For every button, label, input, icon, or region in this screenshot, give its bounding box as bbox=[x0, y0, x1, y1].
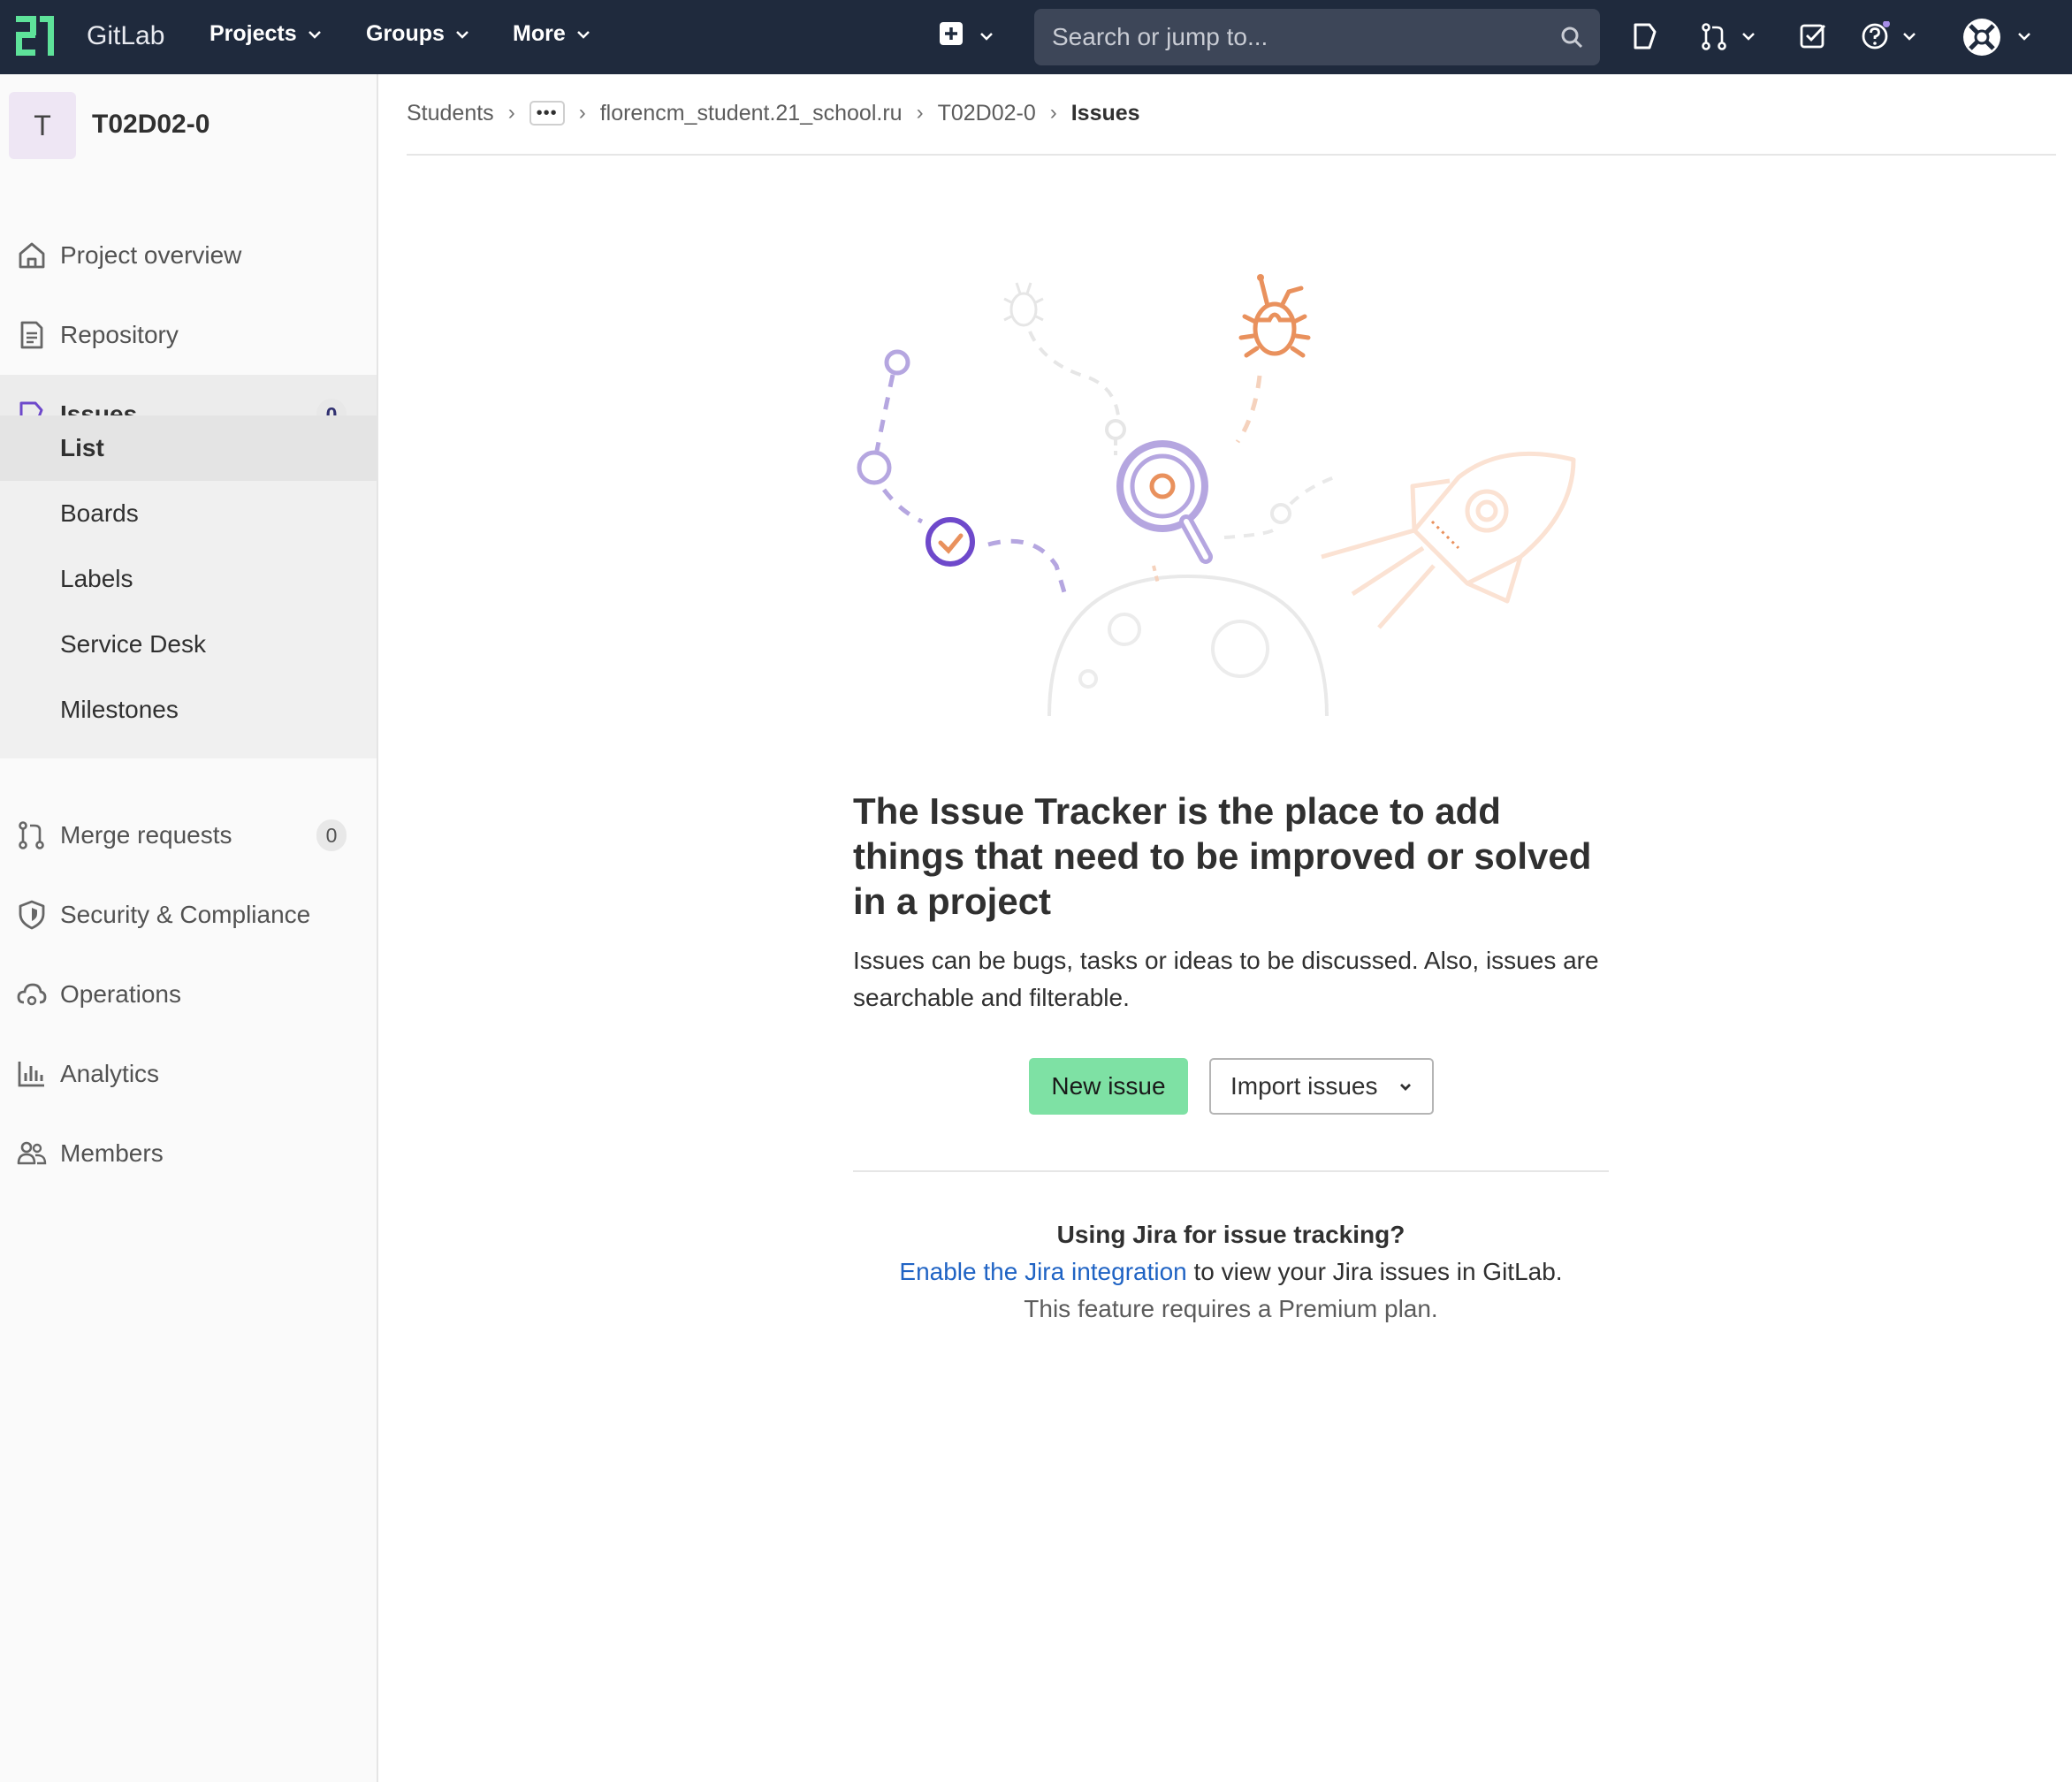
document-icon bbox=[20, 321, 43, 349]
new-issue-button[interactable]: New issue bbox=[1029, 1058, 1188, 1115]
sidebar-item-label: Operations bbox=[60, 980, 181, 1008]
shield-icon bbox=[19, 900, 45, 930]
sidebar-item-operations[interactable]: Operations bbox=[0, 955, 377, 1034]
chevron-down-icon[interactable] bbox=[1741, 32, 1756, 41]
subnav-item-label: Labels bbox=[60, 565, 133, 592]
subnav-item-milestones[interactable]: Milestones bbox=[0, 677, 377, 742]
search-box[interactable] bbox=[1034, 9, 1600, 65]
jira-premium-note: This feature requires a Premium plan. bbox=[1024, 1295, 1438, 1322]
jira-line: Enable the Jira integration to view your… bbox=[853, 1253, 1609, 1291]
issues-subnav: List Boards Labels Service Desk Mileston… bbox=[0, 415, 377, 758]
projects-menu-label: Projects bbox=[209, 21, 297, 46]
subnav-item-labels[interactable]: Labels bbox=[0, 546, 377, 612]
merge-request-icon bbox=[19, 821, 44, 849]
project-name[interactable]: T02D02-0 bbox=[92, 110, 209, 140]
breadcrumb-current[interactable]: Issues bbox=[1071, 101, 1140, 126]
subnav-item-label: List bbox=[60, 434, 104, 461]
groups-menu[interactable]: Groups bbox=[366, 21, 469, 47]
search-icon[interactable] bbox=[1559, 25, 1584, 50]
home-icon bbox=[19, 242, 45, 269]
todo-icon[interactable] bbox=[1798, 21, 1828, 51]
breadcrumb-expand-button[interactable]: ••• bbox=[529, 101, 565, 126]
project-sidebar: T T02D02-0 Project overview Repository I… bbox=[0, 74, 378, 1782]
subnav-item-label: Service Desk bbox=[60, 630, 206, 658]
merge-request-icon[interactable] bbox=[1699, 21, 1729, 51]
subnav-item-label: Boards bbox=[60, 499, 139, 527]
sidebar-item-label: Project overview bbox=[60, 241, 242, 269]
issues-empty-state-illustration bbox=[857, 274, 1576, 717]
breadcrumb-separator: › bbox=[916, 101, 924, 125]
subnav-item-label: Milestones bbox=[60, 696, 179, 723]
groups-menu-label: Groups bbox=[366, 21, 445, 46]
breadcrumb-students[interactable]: Students bbox=[407, 101, 494, 126]
jira-promo: Using Jira for issue tracking? Enable th… bbox=[853, 1216, 1609, 1328]
gitlab-logo-icon[interactable] bbox=[16, 16, 69, 58]
jira-link-suffix: to view your Jira issues in GitLab. bbox=[1186, 1258, 1563, 1285]
section-divider bbox=[853, 1170, 1609, 1172]
projects-menu[interactable]: Projects bbox=[209, 21, 322, 47]
subnav-item-list[interactable]: List bbox=[0, 415, 377, 481]
new-item-plus-icon[interactable] bbox=[939, 21, 964, 46]
sidebar-item-project-overview[interactable]: Project overview bbox=[0, 216, 377, 295]
chevron-down-icon bbox=[308, 30, 321, 39]
breadcrumb-separator: › bbox=[1049, 101, 1057, 125]
project-avatar[interactable]: T bbox=[9, 92, 76, 159]
user-avatar-icon[interactable] bbox=[1962, 18, 2001, 57]
empty-state-description: Issues can be bugs, tasks or ideas to be… bbox=[853, 947, 1599, 1011]
sidebar-item-repository[interactable]: Repository bbox=[0, 295, 377, 375]
subnav-item-service-desk[interactable]: Service Desk bbox=[0, 612, 377, 677]
sidebar-item-security-compliance[interactable]: Security & Compliance bbox=[0, 875, 377, 955]
chevron-down-icon bbox=[1400, 1084, 1411, 1091]
cloud-gear-icon bbox=[17, 983, 47, 1006]
sidebar-item-label: Merge requests bbox=[60, 821, 232, 849]
chevron-down-icon[interactable] bbox=[979, 32, 994, 41]
brand-name[interactable]: GitLab bbox=[87, 21, 164, 51]
more-menu-label: More bbox=[513, 21, 566, 46]
sidebar-item-label: Members bbox=[60, 1139, 164, 1167]
breadcrumb-divider bbox=[407, 154, 2056, 156]
breadcrumb-project[interactable]: T02D02-0 bbox=[938, 101, 1036, 126]
search-input[interactable] bbox=[1050, 22, 1552, 52]
more-menu[interactable]: More bbox=[513, 21, 590, 47]
sidebar-item-analytics[interactable]: Analytics bbox=[0, 1034, 377, 1114]
top-navbar: GitLab Projects Groups More bbox=[0, 0, 2072, 74]
import-issues-dropdown[interactable]: Import issues bbox=[1209, 1058, 1434, 1115]
chart-icon bbox=[18, 1062, 44, 1087]
chevron-down-icon[interactable] bbox=[1902, 32, 1916, 41]
breadcrumb-separator: › bbox=[507, 101, 515, 125]
jira-question: Using Jira for issue tracking? bbox=[1056, 1221, 1405, 1248]
sidebar-item-label: Repository bbox=[60, 321, 179, 348]
merge-requests-count-badge: 0 bbox=[316, 819, 347, 851]
chevron-down-icon bbox=[576, 30, 590, 39]
empty-state-title: The Issue Tracker is the place to add th… bbox=[853, 790, 1592, 922]
subnav-item-boards[interactable]: Boards bbox=[0, 481, 377, 546]
breadcrumb-namespace[interactable]: florencm_student.21_school.ru bbox=[600, 101, 903, 126]
breadcrumb: Students › ••• › florencm_student.21_sch… bbox=[407, 97, 1140, 129]
users-icon bbox=[17, 1141, 47, 1165]
issues-icon[interactable] bbox=[1630, 21, 1660, 51]
breadcrumb-separator: › bbox=[578, 101, 586, 125]
import-issues-label: Import issues bbox=[1230, 1072, 1378, 1100]
sidebar-item-label: Analytics bbox=[60, 1060, 160, 1087]
sidebar-item-members[interactable]: Members bbox=[0, 1114, 377, 1193]
sidebar-item-merge-requests[interactable]: Merge requests 0 bbox=[0, 796, 377, 875]
enable-jira-integration-link[interactable]: Enable the Jira integration bbox=[899, 1258, 1186, 1285]
sidebar-item-label: Security & Compliance bbox=[60, 901, 311, 928]
help-icon[interactable] bbox=[1860, 21, 1890, 51]
chevron-down-icon[interactable] bbox=[2017, 32, 2031, 41]
chevron-down-icon bbox=[456, 30, 468, 39]
